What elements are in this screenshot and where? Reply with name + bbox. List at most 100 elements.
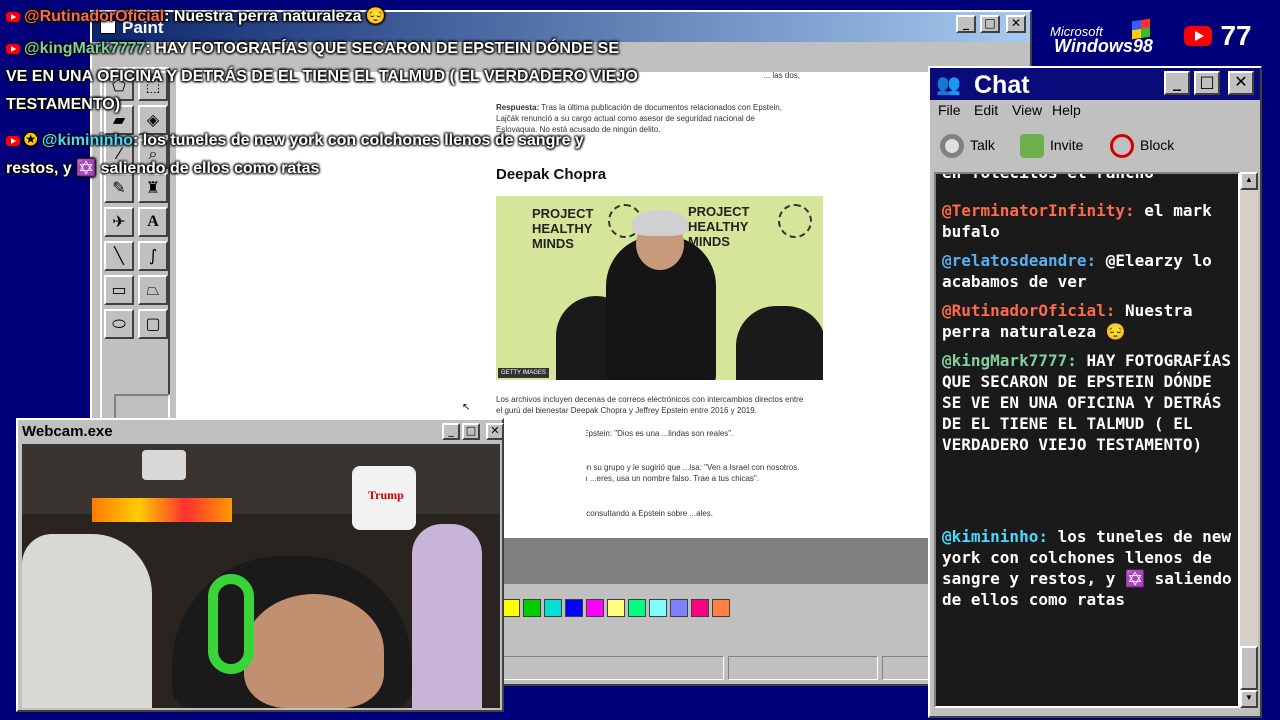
overlay-user: @kimininho xyxy=(41,132,134,149)
palette-swatch[interactable] xyxy=(691,599,709,617)
chat-username[interactable]: @relatosdeandre: xyxy=(942,251,1096,270)
scroll-up-icon[interactable]: ▲ xyxy=(1240,172,1258,190)
overlay-line-5: ✪ @kimininho: los tuneles de new york co… xyxy=(6,130,584,150)
overlay-user: @kingMark7777 xyxy=(24,40,146,57)
person-face xyxy=(244,594,384,708)
chat-username[interactable]: @kingMark7777: xyxy=(942,351,1077,370)
chat-message: @kimininho: los tuneles de new york con … xyxy=(942,526,1234,610)
rectangle-icon[interactable]: ▭ xyxy=(104,275,134,305)
chat-close-button[interactable]: ✕ xyxy=(1228,71,1254,95)
block-button[interactable]: Block xyxy=(1110,130,1174,160)
chat-message: @TerminatorInfinity: el mark bufalo xyxy=(942,200,1234,242)
ellipse-icon[interactable]: ⬭ xyxy=(104,309,134,339)
photo-sign-left: PROJECT HEALTHY MINDS xyxy=(532,206,594,251)
menu-help[interactable]: Help xyxy=(1052,102,1081,118)
text-tool-icon[interactable]: A xyxy=(138,207,168,237)
member-badge-icon: ✪ xyxy=(24,132,42,149)
figure-shape xyxy=(412,524,482,708)
paint-toolbox: ⬠ ⬚ ▰ ◈ ⁄ ⌕ ✎ ♜ ✈ A ╲ ∫ ▭ ⏢ ⬭ ▢ xyxy=(100,67,170,474)
chat-message: @relatosdeandre: @Elearzy lo acabamos de… xyxy=(942,250,1234,292)
overlay-line-6: restos, y ✡️ saliendo de ellos como rata… xyxy=(6,160,320,177)
chat-minimize-button[interactable]: _ xyxy=(1164,71,1190,95)
palette-swatch[interactable] xyxy=(628,599,646,617)
overlay-line-1: @RutinadorOficial: Nuestra perra natural… xyxy=(6,6,386,26)
youtube-icon xyxy=(1184,26,1212,46)
chat-titlebar[interactable]: 👥 Chat _ □ ✕ xyxy=(930,68,1260,100)
answer-label: Respuesta: xyxy=(496,103,540,112)
play-button-award-icon xyxy=(142,450,186,480)
scroll-down-icon[interactable]: ▼ xyxy=(1240,690,1258,708)
webcam-titlebar[interactable]: Webcam.exe _ □ ✕ xyxy=(20,422,504,442)
invite-icon xyxy=(1020,134,1044,159)
palette-swatch[interactable] xyxy=(586,599,604,617)
status-cell xyxy=(502,656,724,680)
chat-scrollbar[interactable]: ▲ ▼ xyxy=(1240,172,1258,708)
webcam-minimize-button[interactable]: _ xyxy=(442,423,460,440)
festival-logo-icon xyxy=(778,204,812,238)
invite-button[interactable]: Invite xyxy=(1020,130,1083,160)
brand-windows: Windows98 xyxy=(1054,36,1153,56)
article-para1: Los archivos incluyen decenas de correos… xyxy=(496,395,804,415)
menu-file[interactable]: File xyxy=(938,102,961,118)
chat-message: en fotecitos el rancho xyxy=(942,172,1234,183)
webcam-close-button[interactable]: ✕ xyxy=(486,423,504,440)
overlay-user: @RutinadorOficial xyxy=(24,8,165,25)
overlay-line-4: TESTAMENTO) xyxy=(6,96,121,113)
chat-message: @RutinadorOficial: Nuestra perra natural… xyxy=(942,300,1234,342)
overlay-line-3: VE EN UNA OFICINA Y DETRÁS DE EL TIENE E… xyxy=(6,68,638,85)
chat-text: en fotecitos el rancho xyxy=(942,172,1154,182)
users-icon: 👥 xyxy=(936,74,961,96)
minimize-button[interactable]: _ xyxy=(956,15,976,33)
palette-swatch[interactable] xyxy=(565,599,583,617)
flowers-shape xyxy=(92,498,232,522)
scroll-thumb[interactable] xyxy=(1240,646,1258,690)
menu-view[interactable]: View xyxy=(1012,102,1042,118)
webcam-maximize-button[interactable]: □ xyxy=(462,423,480,440)
palette-swatch[interactable] xyxy=(607,599,625,617)
chat-message: @kingMark7777: HAY FOTOGRAFÍAS QUE SECAR… xyxy=(942,350,1234,455)
curve-icon[interactable]: ∫ xyxy=(138,241,168,271)
palette-swatch[interactable] xyxy=(670,599,688,617)
polygon-icon[interactable]: ⏢ xyxy=(138,275,168,305)
section-heading: Deepak Chopra xyxy=(496,166,607,183)
overlay-text: : HAY FOTOGRAFÍAS QUE SECARON DE EPSTEIN… xyxy=(145,40,619,57)
windows98-logo: Microsoft Windows98 xyxy=(1046,18,1176,60)
overlay-text: : los tuneles de new york con colchones … xyxy=(133,132,584,149)
palette-swatch[interactable] xyxy=(649,599,667,617)
webcam-window: Webcam.exe _ □ ✕ Trump xyxy=(16,418,504,712)
status-cell xyxy=(728,656,878,680)
viewer-count: 77 xyxy=(1184,20,1252,52)
chat-maximize-button[interactable]: □ xyxy=(1194,71,1220,95)
maximize-button[interactable]: □ xyxy=(980,15,1000,33)
palette-swatch[interactable] xyxy=(523,599,541,617)
palette-swatch[interactable] xyxy=(502,599,520,617)
airbrush-icon[interactable]: ✈ xyxy=(104,207,134,237)
block-icon xyxy=(1110,134,1134,159)
menu-edit[interactable]: Edit xyxy=(974,102,998,118)
chat-username[interactable]: @RutinadorOficial: xyxy=(942,301,1115,320)
webcam-title: Webcam.exe xyxy=(22,423,113,440)
chat-log[interactable]: en fotecitos el rancho @TerminatorInfinit… xyxy=(934,172,1240,708)
palette-swatch[interactable] xyxy=(544,599,562,617)
webcam-video: Trump xyxy=(22,444,500,708)
palette-swatch[interactable] xyxy=(712,599,730,617)
overlay-text: : Nuestra perra naturaleza 😔 xyxy=(164,8,386,25)
talk-icon xyxy=(940,134,964,159)
youtube-icon xyxy=(6,43,20,54)
talk-label: Talk xyxy=(970,137,995,153)
article-para4: ...bién muestra a Chopra consultando a E… xyxy=(496,509,714,518)
photo-credit: GETTY IMAGES xyxy=(498,368,549,378)
chat-username[interactable]: @kimininho: xyxy=(942,527,1048,546)
invite-label: Invite xyxy=(1050,137,1084,153)
line-icon[interactable]: ╲ xyxy=(104,241,134,271)
block-label: Block xyxy=(1140,137,1175,153)
chat-toolbar: Talk Invite Block xyxy=(936,130,1256,162)
chair-shape xyxy=(736,306,823,380)
talk-button[interactable]: Talk xyxy=(940,130,995,160)
chat-title: Chat xyxy=(974,71,1030,99)
chair-shape xyxy=(22,534,152,708)
chat-username[interactable]: @TerminatorInfinity: xyxy=(942,201,1135,220)
rounded-rect-icon[interactable]: ▢ xyxy=(138,309,168,339)
close-button[interactable]: ✕ xyxy=(1006,15,1026,33)
youtube-icon xyxy=(6,135,20,146)
